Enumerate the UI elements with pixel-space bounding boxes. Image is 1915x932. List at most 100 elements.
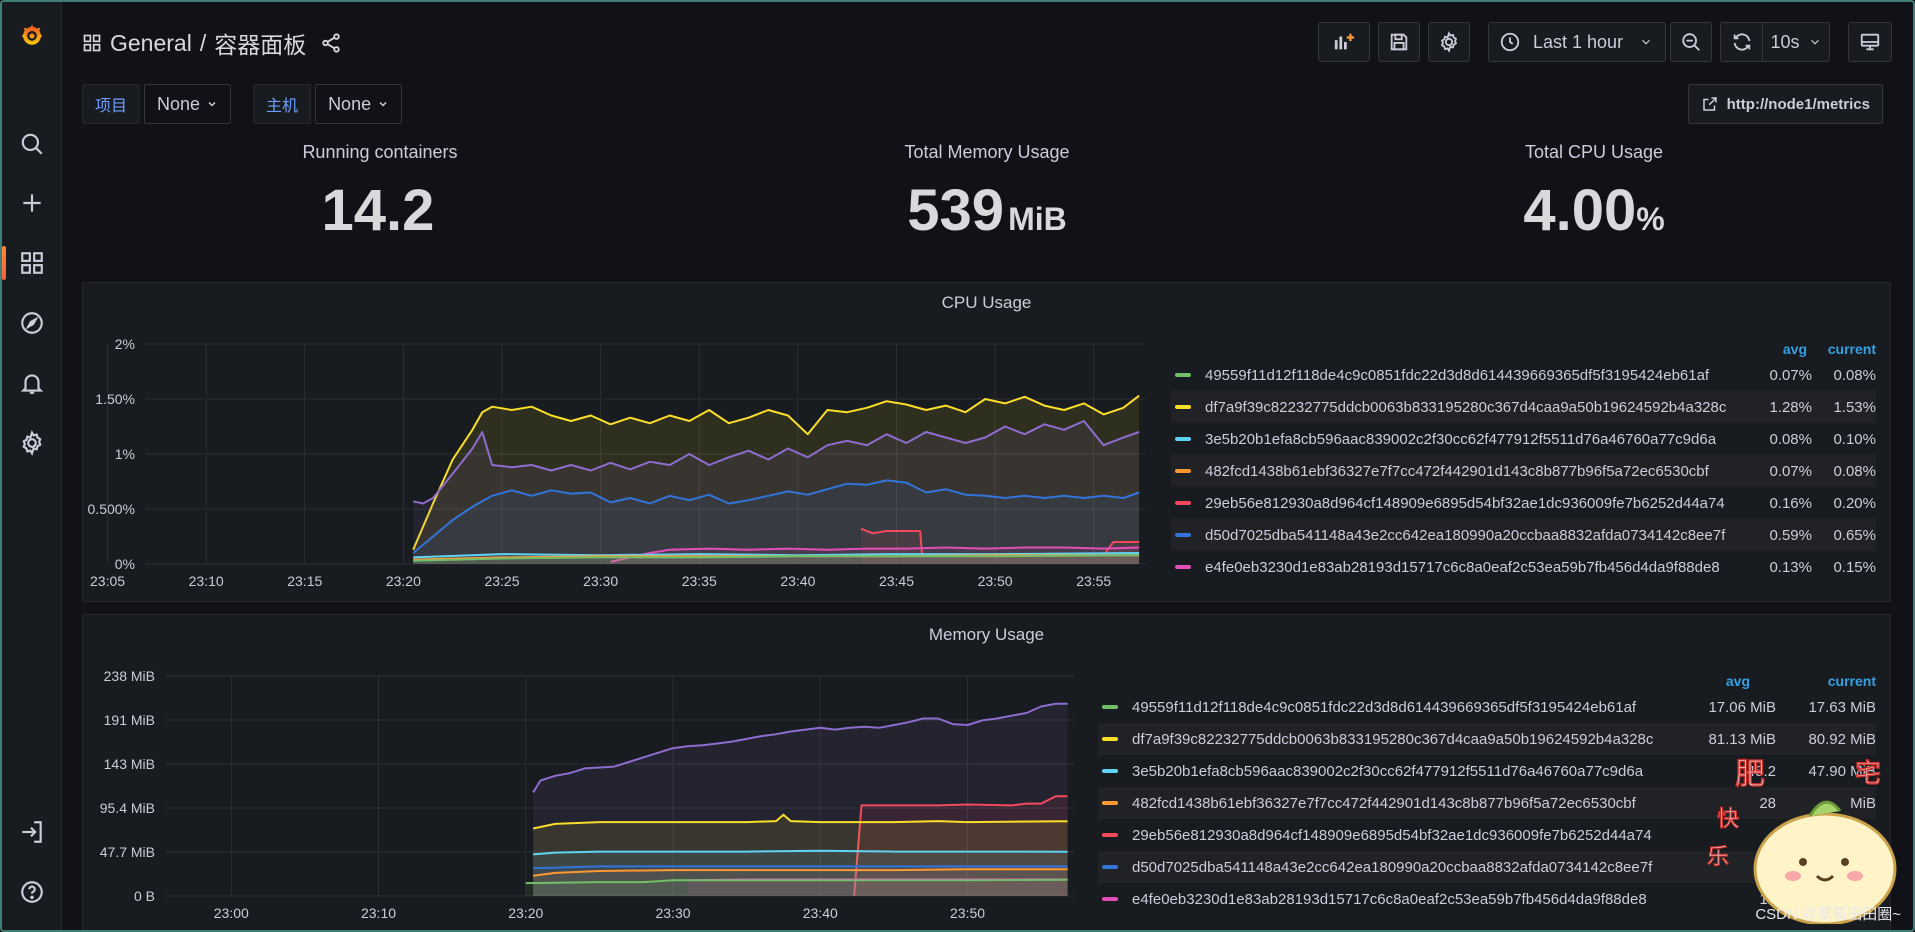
legend-current-header[interactable]: current (1828, 673, 1876, 689)
legend-swatch[interactable] (1175, 533, 1191, 537)
memory-usage-chart[interactable]: 0 B 47.7 MiB 95.4 MiB 143 MiB 191 MiB 238 MiB… (83, 645, 1093, 932)
legend-row[interactable]: 29eb56e812930a8d964cf148909e6895d54bf32a… (1171, 487, 1876, 519)
plus-icon[interactable] (2, 178, 62, 228)
y-tick-label: 0% (115, 556, 135, 572)
legend-avg-header[interactable]: avg (1726, 673, 1750, 689)
legend-avg-value: 0.07% (1769, 366, 1812, 384)
save-dashboard-button[interactable] (1378, 22, 1420, 62)
folder-link[interactable]: General (110, 30, 192, 57)
legend-series-name[interactable]: e4fe0eb3230d1e83ab28193d15717c6c8a0eaf2c… (1132, 891, 1686, 908)
y-tick-label: 1.50% (95, 391, 135, 407)
sign-in-icon[interactable] (2, 807, 62, 857)
legend-avg-value: 17.06 MiB (1708, 698, 1776, 716)
compass-icon[interactable] (2, 298, 62, 348)
legend-swatch[interactable] (1102, 705, 1118, 709)
legend-row[interactable]: 49559f11d12f118de4c9c0851fdc22d3d8d61443… (1171, 359, 1876, 391)
x-tick-label: 23:50 (950, 905, 985, 921)
legend-series-name[interactable]: d50d7025dba541148a43e2cc642ea180990a20cc… (1205, 527, 1752, 544)
bell-icon[interactable] (2, 358, 62, 408)
legend-swatch[interactable] (1102, 769, 1118, 773)
add-panel-button[interactable] (1318, 22, 1370, 62)
dashboard-header: General / 容器面板 Last 1 hour 10s (62, 2, 1913, 80)
x-tick-label: 23:05 (90, 573, 125, 589)
legend-series-name[interactable]: 482fcd1438b61ebf36327e7f7cc472f442901d14… (1132, 795, 1686, 812)
legend-row[interactable]: d50d7025dba541148a43e2cc642ea180990a20cc… (1171, 519, 1876, 551)
stat-number: 14.2 (321, 178, 435, 243)
legend-swatch[interactable] (1102, 865, 1118, 869)
legend-row[interactable]: 3e5b20b1efa8cb596aac839002c2f30cc62f4779… (1171, 423, 1876, 455)
dashboard-settings-button[interactable] (1428, 22, 1470, 62)
mascot-sticker-icon: 肥 宅 快 乐 (1706, 757, 1897, 924)
watermark: CSDN @草莓田田圈~ (1755, 906, 1901, 923)
legend-swatch[interactable] (1102, 801, 1118, 805)
legend-swatch[interactable] (1175, 437, 1191, 441)
legend-swatch[interactable] (1102, 833, 1118, 837)
panel-title[interactable]: CPU Usage (83, 293, 1890, 313)
legend-series-name[interactable]: df7a9f39c82232775ddcb0063b833195280c367d… (1132, 731, 1686, 748)
legend-swatch[interactable] (1102, 737, 1118, 741)
legend-series-name[interactable]: 3e5b20b1efa8cb596aac839002c2f30cc62f4779… (1132, 763, 1686, 780)
share-icon[interactable] (320, 32, 342, 54)
legend-row[interactable]: df7a9f39c82232775ddcb0063b833195280c367d… (1098, 723, 1876, 755)
legend-row[interactable]: df7a9f39c82232775ddcb0063b833195280c367d… (1171, 391, 1876, 423)
stat-unit: % (1636, 201, 1665, 237)
legend-avg-header[interactable]: avg (1783, 341, 1807, 357)
cpu-usage-chart[interactable]: 0%0.500%1%1.50%2%23:0023:0523:1023:1523:… (83, 313, 1163, 601)
x-tick-label: 23:10 (189, 573, 224, 589)
variable-select-project[interactable]: None (144, 84, 232, 124)
legend-row[interactable]: 482fcd1438b61ebf36327e7f7cc472f442901d14… (1171, 455, 1876, 487)
legend-series-name[interactable]: 482fcd1438b61ebf36327e7f7cc472f442901d14… (1205, 463, 1752, 480)
grafana-logo-icon[interactable] (2, 10, 62, 60)
legend-swatch[interactable] (1175, 373, 1191, 377)
zoom-out-icon (1682, 33, 1700, 51)
legend-swatch[interactable] (1102, 897, 1118, 901)
x-tick-label: 23:20 (508, 905, 543, 921)
legend-swatch[interactable] (1175, 469, 1191, 473)
dashboards-icon[interactable] (2, 238, 62, 288)
zoom-out-button[interactable] (1670, 22, 1712, 62)
gear-icon[interactable] (2, 418, 62, 468)
search-icon[interactable] (2, 119, 62, 169)
x-tick-label: 23:20 (386, 573, 421, 589)
stat-value: 4.00% (1294, 177, 1894, 244)
legend-current-value: 1.53% (1833, 398, 1876, 416)
legend-swatch[interactable] (1175, 405, 1191, 409)
cpu-usage-panel: CPU Usage 0%0.500%1%1.50%2%23:0023:0523:… (82, 282, 1891, 602)
stat-number: 539 (907, 178, 1005, 243)
legend-current-header[interactable]: current (1828, 341, 1876, 357)
stat-panel-memory: Total Memory Usage 539 MiB (687, 142, 1287, 244)
legend-swatch[interactable] (1175, 501, 1191, 505)
x-tick-label: 23:15 (287, 573, 322, 589)
refresh-interval-picker[interactable]: 10s (1762, 22, 1830, 62)
legend-row[interactable]: 49559f11d12f118de4c9c0851fdc22d3d8d61443… (1098, 691, 1876, 723)
tv-mode-button[interactable] (1848, 22, 1892, 62)
legend-series-name[interactable]: 29eb56e812930a8d964cf148909e6895d54bf32a… (1132, 827, 1686, 844)
dashboard-title[interactable]: 容器面板 (214, 26, 306, 60)
chevron-down-icon (208, 101, 216, 107)
legend-series-name[interactable]: d50d7025dba541148a43e2cc642ea180990a20cc… (1132, 859, 1686, 876)
y-tick-label: 1% (115, 446, 135, 462)
legend-series-name[interactable]: 29eb56e812930a8d964cf148909e6895d54bf32a… (1205, 495, 1752, 512)
legend-series-name[interactable]: 3e5b20b1efa8cb596aac839002c2f30cc62f4779… (1205, 431, 1752, 448)
svg-text:宅: 宅 (1855, 758, 1881, 788)
legend-series-name[interactable]: 49559f11d12f118de4c9c0851fdc22d3d8d61443… (1132, 699, 1686, 716)
legend-series-name[interactable]: 49559f11d12f118de4c9c0851fdc22d3d8d61443… (1205, 367, 1752, 384)
help-icon[interactable] (2, 867, 62, 917)
x-tick-label: 23:40 (803, 905, 838, 921)
legend-current-value: 0.10% (1833, 430, 1876, 448)
variable-select-host[interactable]: None (315, 84, 403, 124)
legend-series-name[interactable]: df7a9f39c82232775ddcb0063b833195280c367d… (1205, 399, 1752, 416)
refresh-button[interactable] (1720, 22, 1762, 62)
legend-swatch[interactable] (1175, 565, 1191, 569)
time-range-picker[interactable]: Last 1 hour (1488, 22, 1666, 62)
stat-title: Running containers (302, 142, 458, 162)
legend-row[interactable]: e4fe0eb3230d1e83ab28193d15717c6c8a0eaf2c… (1171, 551, 1876, 583)
legend-current-value: 17.63 MiB (1808, 698, 1876, 716)
svg-text:快: 快 (1717, 806, 1739, 831)
memory-usage-panel: Memory Usage 0 B 47.7 MiB 95.4 MiB 143 MiB 1… (82, 614, 1891, 932)
panel-title[interactable]: Memory Usage (83, 625, 1890, 645)
x-tick-label: 23:00 (214, 905, 249, 921)
time-range-label: Last 1 hour (1533, 31, 1624, 52)
legend-series-name[interactable]: e4fe0eb3230d1e83ab28193d15717c6c8a0eaf2c… (1205, 559, 1752, 576)
metrics-link[interactable]: http://node1/metrics (1687, 84, 1883, 124)
